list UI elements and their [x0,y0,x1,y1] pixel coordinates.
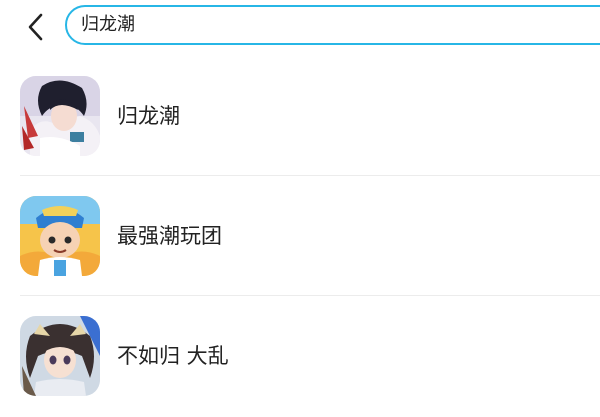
list-item[interactable]: 不如归 大乱 [0,296,600,416]
game-icon-guilongchao [20,76,100,156]
search-input[interactable] [81,7,581,43]
list-item[interactable]: 归龙潮 [0,56,600,176]
chevron-left-icon [28,13,43,41]
top-bar [0,0,600,56]
list-item[interactable]: 最强潮玩团 [0,176,600,296]
app-name: 最强潮玩团 [117,224,222,248]
game-icon-buruguidaluan [20,316,100,396]
back-button[interactable] [22,10,50,44]
search-box[interactable] [65,5,600,45]
search-results-list: 归龙潮 最强潮玩团 不如归 大乱 [0,56,600,416]
game-icon-zuiqiangchaowantuan [20,196,100,276]
app-name: 归龙潮 [117,104,180,128]
app-name: 不如归 大乱 [117,344,229,368]
